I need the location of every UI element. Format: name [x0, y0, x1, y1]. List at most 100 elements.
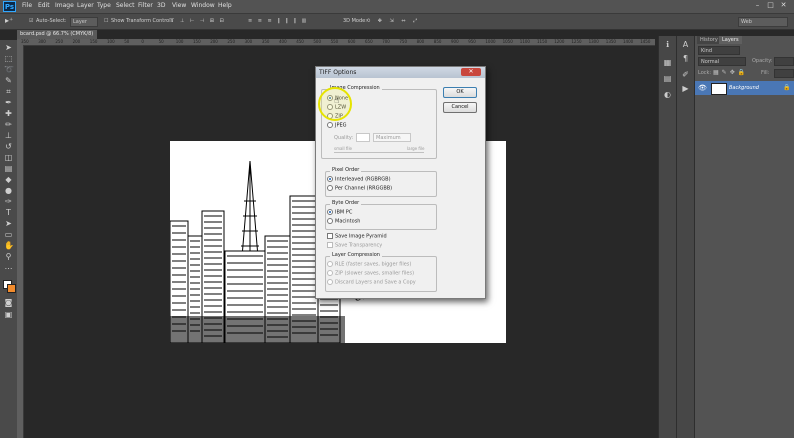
blend-mode-dropdown[interactable]: Normal	[698, 57, 746, 66]
dialog-title: TIFF Options	[319, 69, 357, 76]
align-icons[interactable]: ⊤ ⊥ ⊢ ⊣ ⊞ ⊟	[170, 18, 226, 24]
ok-button[interactable]: OK	[443, 87, 477, 98]
paragraph-panel-icon[interactable]: ¶	[680, 54, 691, 64]
type-tool-icon[interactable]: T	[4, 208, 13, 217]
clone-stamp-tool-icon[interactable]: ⊥	[4, 131, 13, 140]
properties-panel-icon[interactable]: ▤	[662, 74, 673, 84]
quality-dropdown[interactable]: Maximum	[373, 133, 411, 142]
blur-tool-icon[interactable]: ◆	[4, 175, 13, 184]
move-tool-icon[interactable]: ➤	[4, 43, 13, 52]
byte-order-label: Byte Order	[330, 200, 362, 206]
auto-select-dropdown[interactable]: Layer	[70, 17, 98, 27]
tab-layers[interactable]: Layers	[719, 36, 742, 44]
gradient-tool-icon[interactable]: ▤	[4, 164, 13, 173]
photoshop-logo: Ps	[3, 1, 16, 12]
dialog-title-bar[interactable]: TIFF Options	[316, 67, 485, 78]
menu-3d[interactable]: 3D	[157, 2, 165, 9]
shape-tool-icon[interactable]: ▭	[4, 230, 13, 239]
actions-panel-icon[interactable]: ▶	[680, 84, 691, 94]
screen-mode-icon[interactable]: ▣	[4, 310, 13, 319]
menu-window[interactable]: Window	[191, 2, 215, 9]
swatches-panel-icon[interactable]: ▦	[662, 58, 673, 68]
move-tool-icon[interactable]: ▸⁺	[5, 16, 13, 25]
menu-filter[interactable]: Filter	[138, 2, 153, 9]
marquee-tool-icon[interactable]: ⬚	[4, 54, 13, 63]
adjustments-panel-icon[interactable]: ◐	[662, 90, 673, 100]
show-transform-checkbox-icon[interactable]: ☐	[104, 18, 108, 24]
maximize-icon[interactable]: □	[765, 1, 776, 10]
edit-toolbar-icon[interactable]: ⋯	[4, 264, 13, 273]
byte-order-ibm-radio[interactable]: IBM PC	[327, 209, 352, 216]
background-color-swatch[interactable]	[7, 284, 16, 293]
dodge-tool-icon[interactable]: ●	[4, 186, 13, 195]
opacity-field[interactable]	[774, 57, 794, 66]
byte-order-mac-radio[interactable]: Macintosh	[327, 218, 360, 225]
cancel-button[interactable]: Cancel	[443, 102, 477, 113]
history-brush-tool-icon[interactable]: ↺	[4, 142, 13, 151]
layer-thumbnail	[711, 83, 727, 95]
fill-label: Fill:	[761, 70, 770, 76]
character-panel-icon[interactable]: A	[680, 40, 691, 50]
menu-image[interactable]: Image	[55, 2, 74, 9]
save-image-pyramid-checkbox[interactable]: Save Image Pyramid	[327, 233, 387, 240]
tab-history[interactable]: History	[697, 36, 721, 44]
lasso-tool-icon[interactable]: ➰	[4, 65, 14, 74]
radio-jpeg-icon	[327, 122, 333, 128]
layers-panel: History Layers Kind Normal Opacity: Lock…	[694, 36, 794, 438]
menu-select[interactable]: Select	[116, 2, 135, 9]
layer-compression-discard-radio[interactable]: Discard Layers and Save a Copy	[327, 279, 416, 286]
layer-row-background[interactable]: 👁 Background 🔒	[695, 81, 794, 95]
distribute-icons[interactable]: ≡ ≡ ≡ ‖ ‖ ‖ ▥	[248, 18, 308, 24]
compression-jpeg-radio[interactable]: JPEG	[327, 122, 347, 129]
save-image-pyramid-label: Save Image Pyramid	[335, 233, 387, 240]
visibility-eye-icon[interactable]: 👁	[698, 84, 707, 92]
quality-value: Maximum	[376, 135, 401, 141]
menu-help[interactable]: Help	[218, 2, 232, 9]
quality-input[interactable]	[356, 133, 370, 142]
3d-mode-icons[interactable]: ⟲ ✥ ⇲ ⇔ ⤢	[366, 18, 420, 24]
byte-order-group	[325, 204, 437, 230]
hand-tool-icon[interactable]: ✋	[4, 241, 14, 250]
fill-field[interactable]	[774, 69, 794, 78]
eraser-tool-icon[interactable]: ◫	[4, 153, 13, 162]
brush-tool-icon[interactable]: ✏	[4, 120, 13, 129]
menu-view[interactable]: View	[172, 2, 186, 9]
ruler-tick-label: 400	[279, 39, 287, 44]
ruler-tick-label: 900	[451, 39, 459, 44]
workspace-dropdown[interactable]: Web	[738, 17, 788, 27]
ruler-tick-label: 1100	[519, 39, 530, 44]
quick-mask-icon[interactable]: ◙	[4, 298, 13, 307]
minimize-icon[interactable]: –	[752, 1, 763, 10]
menu-edit[interactable]: Edit	[38, 2, 50, 9]
brush-panel-icon[interactable]: ✐	[680, 70, 691, 80]
crop-tool-icon[interactable]: ⌗	[4, 87, 13, 96]
path-select-tool-icon[interactable]: ➤	[4, 219, 13, 228]
save-transparency-checkbox[interactable]: Save Transparency	[327, 242, 382, 249]
auto-select-checkbox-icon[interactable]: ☑	[29, 18, 33, 24]
ruler-tick-label: 650	[365, 39, 373, 44]
large-file-label: large file	[407, 146, 425, 151]
menu-layer[interactable]: Layer	[77, 2, 94, 9]
ruler-tick-label: 1000	[485, 39, 496, 44]
quality-slider[interactable]	[334, 152, 424, 153]
layer-compression-zip-radio[interactable]: ZIP (slower saves, smaller files)	[327, 270, 414, 277]
pen-tool-icon[interactable]: ✑	[4, 197, 13, 206]
blend-mode-value: Normal	[701, 59, 720, 65]
info-panel-icon[interactable]: ℹ	[662, 40, 673, 50]
dialog-close-icon[interactable]: ✕	[461, 68, 481, 76]
zoom-tool-icon[interactable]: ⚲	[4, 252, 13, 261]
pixel-order-per-channel-radio[interactable]: Per Channel (RRGGBB)	[327, 185, 392, 192]
close-window-icon[interactable]: ✕	[778, 1, 789, 10]
compression-jpeg-label: JPEG	[335, 122, 347, 129]
menu-file[interactable]: File	[22, 2, 32, 9]
eyedropper-tool-icon[interactable]: ✒	[4, 98, 13, 107]
menu-type[interactable]: Type	[97, 2, 111, 9]
kind-filter-dropdown[interactable]: Kind	[698, 46, 740, 55]
pixel-order-interleaved-radio[interactable]: Interleaved (RGBRGB)	[327, 176, 391, 183]
healing-brush-tool-icon[interactable]: ✚	[4, 109, 13, 118]
document-tab[interactable]: bcard.psd @ 66.7% (CMYK/8) *	[17, 30, 97, 46]
layer-compression-rle-radio[interactable]: RLE (faster saves, bigger files)	[327, 261, 411, 268]
quick-select-tool-icon[interactable]: ✎	[4, 76, 13, 85]
3d-mode-label: 3D Mode:	[343, 18, 367, 24]
lock-icons[interactable]: ▦✎✥🔒	[713, 69, 748, 76]
